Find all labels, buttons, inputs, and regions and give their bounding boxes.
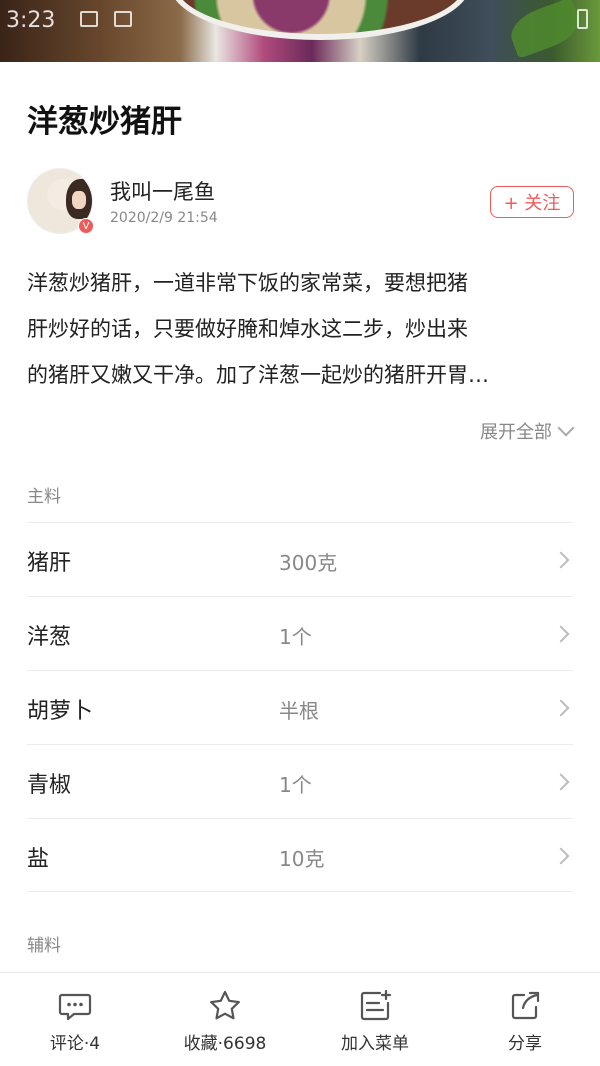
verified-badge-icon: V — [78, 218, 94, 234]
avatar-face — [72, 191, 86, 209]
expand-all-label: 展开全部 — [480, 422, 552, 443]
share-button[interactable]: 分享 — [450, 973, 600, 1066]
recipe-title: 洋葱炒猪肝 — [27, 104, 182, 140]
ingredient-amount: 300克 — [279, 551, 338, 575]
main-ingredients-label: 主料 — [27, 487, 61, 507]
ingredient-name: 猪肝 — [27, 551, 72, 576]
expand-all-button[interactable]: 展开全部 — [480, 418, 575, 444]
share-icon — [511, 991, 540, 1020]
battery-icon — [577, 9, 588, 29]
chevron-right-icon — [552, 773, 570, 791]
status-time: 3:23 — [6, 8, 56, 33]
ingredient-amount: 半根 — [279, 699, 319, 723]
chevron-right-icon — [552, 625, 570, 643]
follow-button[interactable]: + 关注 — [490, 186, 574, 218]
chevron-right-icon — [552, 847, 570, 865]
comment-icon — [58, 993, 92, 1021]
ingredient-name: 青椒 — [27, 773, 72, 798]
ingredient-row[interactable]: 盐 10克 — [27, 818, 573, 892]
description-line: 肝炒好的话，只要做好腌和焯水这二步，炒出来 — [27, 317, 468, 341]
chevron-down-icon — [557, 419, 575, 437]
chevron-right-icon — [552, 551, 570, 569]
ingredient-amount: 1个 — [279, 625, 312, 649]
description-line: 洋葱炒猪肝，一道非常下饭的家常菜，要想把猪 — [27, 271, 468, 295]
add-to-menu-button[interactable]: 加入菜单 — [300, 973, 450, 1066]
ingredient-row[interactable]: 洋葱 1个 — [27, 596, 573, 670]
add-menu-label: 加入菜单 — [341, 1034, 409, 1054]
ingredient-name: 盐 — [27, 847, 50, 872]
ingredient-amount: 1个 — [279, 773, 312, 797]
bottom-action-bar: 评论·4 收藏·6698 加入菜单 分享 — [0, 972, 600, 1066]
author-name[interactable]: 我叫一尾鱼 — [110, 176, 215, 206]
ingredient-list: 猪肝 300克 洋葱 1个 胡萝卜 半根 青椒 1个 盐 10克 — [27, 522, 573, 892]
favorite-button[interactable]: 收藏·6698 — [150, 973, 300, 1066]
publish-date: 2020/2/9 21:54 — [110, 210, 218, 226]
aux-ingredients-label: 辅料 — [27, 936, 61, 956]
ingredient-row[interactable]: 胡萝卜 半根 — [27, 670, 573, 744]
add-menu-icon — [360, 989, 392, 1021]
image-notification-icon — [80, 11, 98, 27]
ingredient-amount: 10克 — [279, 847, 325, 871]
ingredient-row[interactable]: 青椒 1个 — [27, 744, 573, 818]
comment-button[interactable]: 评论·4 — [0, 973, 150, 1066]
status-bar: 3:23 — [0, 0, 600, 40]
ingredient-name: 洋葱 — [27, 625, 72, 650]
chevron-right-icon — [552, 699, 570, 717]
description-line: 的猪肝又嫩又干净。加了洋葱一起炒的猪肝开胃… — [27, 363, 489, 387]
share-label: 分享 — [508, 1034, 542, 1054]
ingredient-name: 胡萝卜 — [27, 699, 94, 724]
star-icon — [210, 990, 240, 1020]
recipe-sheet: 洋葱炒猪肝 V 我叫一尾鱼 2020/2/9 21:54 + 关注 洋葱炒猪肝，… — [0, 62, 600, 972]
alert-notification-icon — [114, 11, 132, 27]
recipe-description: 洋葱炒猪肝，一道非常下饭的家常菜，要想把猪 肝炒好的话，只要做好腌和焯水这二步，… — [27, 260, 575, 398]
ingredient-row[interactable]: 猪肝 300克 — [27, 522, 573, 596]
favorite-label: 收藏·6698 — [183, 1034, 267, 1054]
comment-label: 评论·4 — [49, 1034, 101, 1054]
